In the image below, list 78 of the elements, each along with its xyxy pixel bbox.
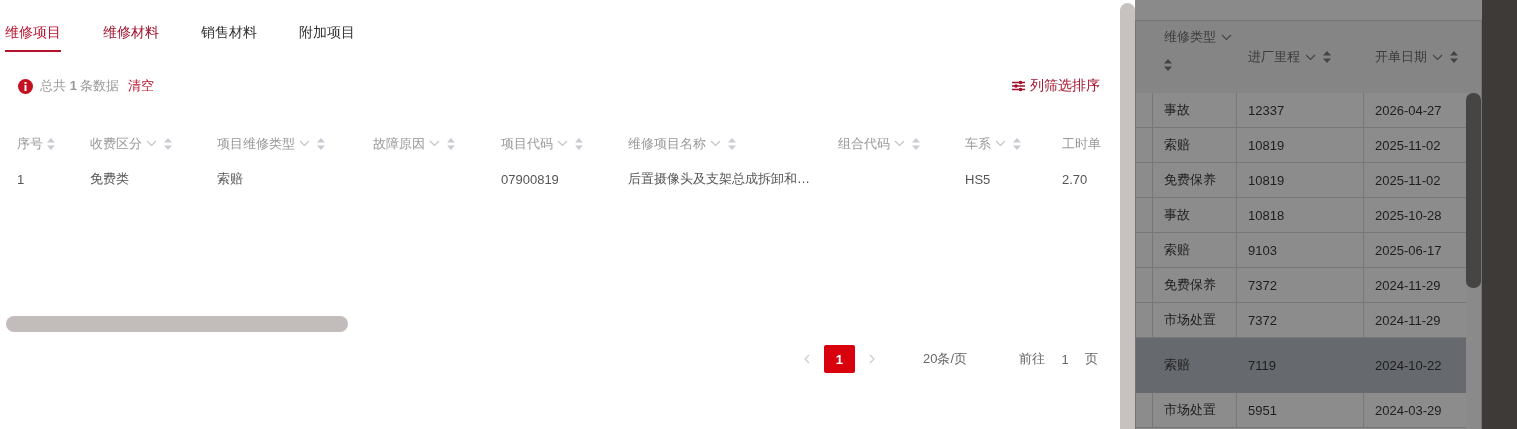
column-header: 故障原因 [373,134,425,153]
table-cell: 07900819 [501,171,559,187]
page-button[interactable]: 1 [823,345,855,373]
table-cell: 索赔 [217,170,243,188]
column-header: 项目维修类型 [217,134,295,153]
column-header: 序号 [17,134,43,153]
sort-icon[interactable] [447,137,455,150]
column-settings-label[interactable]: 列筛选排序 [1030,77,1100,95]
tab[interactable]: 附加项目 [299,22,355,52]
table-cell: 2026-04-27 [1375,102,1442,118]
column-header: 开单日期 [1375,48,1427,66]
vertical-scrollbar[interactable] [1120,3,1135,429]
table-cell: 索赔 [1164,356,1190,374]
column-header: 工时单 [1062,134,1101,153]
table-cell: 后置摄像头及支架总成拆卸和… [628,170,810,188]
table-cell: 10819 [1248,172,1285,188]
goto-page-field[interactable]: 1 [1045,351,1085,367]
table-cell: 免费保养 [1164,276,1216,294]
sort-icon[interactable] [1450,51,1458,63]
chevron-down-icon[interactable] [1432,53,1443,61]
table-cell: 免费保养 [1164,171,1216,189]
sliders-icon [1012,80,1025,92]
tab[interactable]: 销售材料 [201,22,257,52]
column-header: 车系 [965,134,991,153]
chevron-down-icon[interactable] [1305,53,1316,61]
sort-icon[interactable] [1013,137,1021,150]
table-cell: 市场处置 [1164,311,1216,329]
table-cell: 10819 [1248,137,1285,153]
column-header: 进厂里程 [1248,48,1300,66]
goto-label: 前往 [1019,350,1045,368]
sort-icon[interactable] [47,137,55,150]
table-cell: 12337 [1248,102,1285,118]
column-header: 项目代码 [501,134,553,153]
table-cell: 2025-06-17 [1375,242,1442,258]
column-header: 收费区分 [90,134,142,153]
sort-icon[interactable] [164,137,172,150]
page-suffix: 页 [1085,350,1098,368]
sort-icon[interactable] [575,137,583,150]
record-count: 总共 1 条数据 [40,77,120,95]
table-cell: 索赔 [1164,136,1190,154]
table-cell: 事故 [1164,101,1190,119]
sort-icon[interactable] [912,137,920,150]
sort-icon[interactable] [1323,51,1331,63]
table-cell: 2025-10-28 [1375,207,1442,223]
chevron-down-icon[interactable] [1221,33,1232,41]
table-cell: 免费类 [90,170,129,188]
table-cell: 2025-11-02 [1375,137,1441,153]
table-cell: 2024-10-22 [1375,357,1442,373]
clear-link[interactable]: 清空 [128,77,155,95]
column-header: 维修项目名称 [628,134,706,153]
column-settings-link[interactable]: 列筛选排序 [1012,77,1100,95]
table-cell: 7372 [1248,312,1277,328]
table-cell: 2024-11-29 [1375,312,1441,328]
page-size-select[interactable]: 20条/页 [922,350,967,368]
table-cell: 2024-03-29 [1375,402,1442,418]
table-cell: 市场处置 [1164,401,1216,419]
table-cell: 5951 [1248,402,1277,418]
table-cell: 2025-11-02 [1375,172,1441,188]
column-header: 组合代码 [838,134,890,153]
table-cell: 2024-11-29 [1375,277,1441,293]
table-cell: 1 [17,171,25,187]
table-cell: 2.70 [1062,171,1088,187]
info-icon [18,78,33,94]
column-header: 维修类型 [1164,28,1216,46]
horizontal-scrollbar[interactable] [6,316,348,332]
table-cell: 7372 [1248,277,1277,293]
vertical-scrollbar[interactable] [1466,93,1481,288]
table-cell: 7119 [1248,357,1276,373]
table-cell: HS5 [965,171,991,187]
table-cell: 索赔 [1164,241,1190,259]
tab[interactable]: 维修材料 [103,22,159,52]
sort-icon[interactable] [317,137,325,150]
table-cell: 10818 [1248,207,1285,223]
table-cell: 事故 [1164,206,1190,224]
tab[interactable]: 维修项目 [5,22,61,52]
sort-icon[interactable] [1164,59,1172,71]
sort-icon[interactable] [728,137,736,150]
table-cell: 9103 [1248,242,1277,258]
